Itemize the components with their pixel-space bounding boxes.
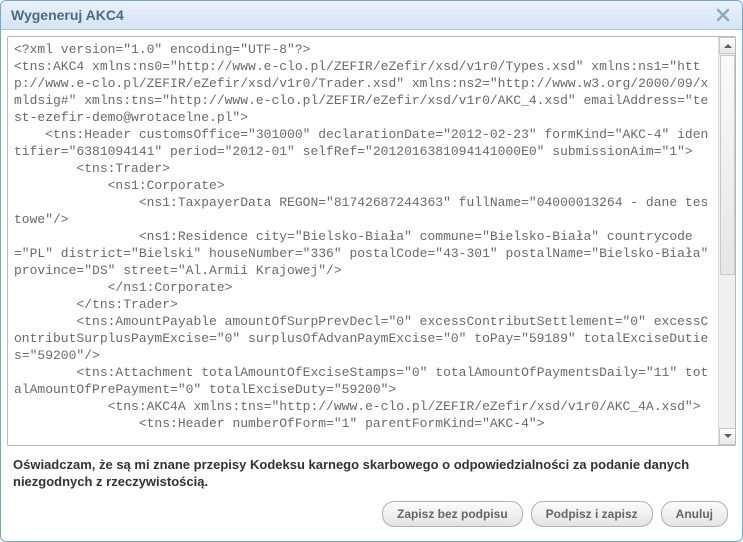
sign-and-save-button[interactable]: Podpisz i zapisz [531,501,653,527]
titlebar: Wygeneruj AKC4 [1,1,742,30]
scrollbar-up-button[interactable] [719,37,736,54]
cancel-button[interactable]: Anuluj [661,501,728,527]
chevron-down-icon [724,434,732,438]
xml-textarea-wrapper: <?xml version="1.0" encoding="UTF-8"?> <… [7,36,736,446]
button-row: Zapisz bez podpisu Podpisz i zapisz Anul… [7,495,736,535]
scrollbar-down-button[interactable] [719,428,736,445]
dialog-window: Wygeneruj AKC4 <?xml version="1.0" encod… [0,0,743,542]
dialog-title: Wygeneruj AKC4 [11,7,124,23]
declaration-text: Oświadczam, że są mi znane przepisy Kode… [7,446,736,495]
vertical-scrollbar[interactable] [718,37,735,445]
close-button[interactable] [714,6,732,24]
dialog-content: <?xml version="1.0" encoding="UTF-8"?> <… [1,30,742,541]
save-without-signature-button[interactable]: Zapisz bez podpisu [382,501,523,527]
close-icon [716,8,730,22]
chevron-up-icon [724,44,732,48]
scrollbar-thumb[interactable] [720,55,735,275]
xml-textarea[interactable]: <?xml version="1.0" encoding="UTF-8"?> <… [8,37,718,445]
